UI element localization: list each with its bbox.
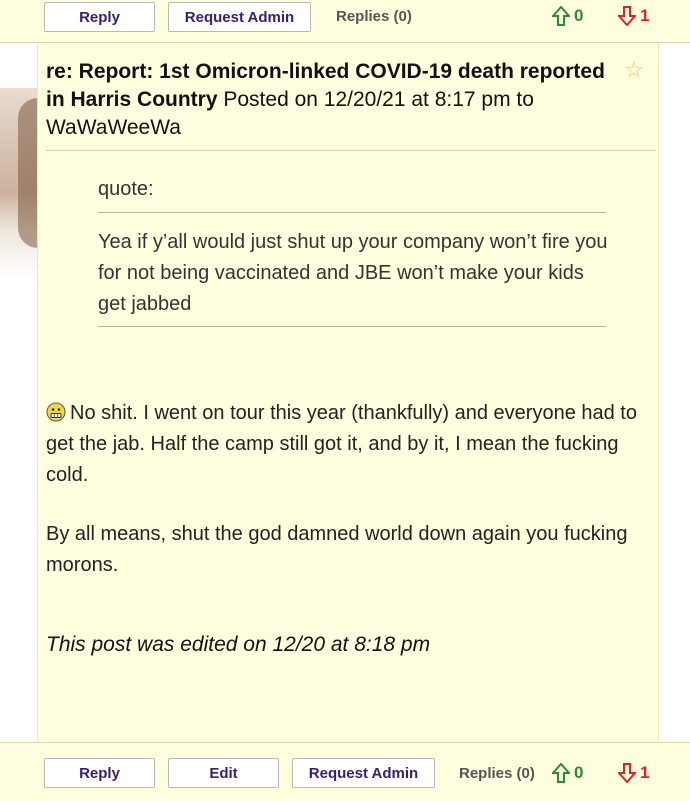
post-paragraph-1: No shit. I went on tour this year (thank… bbox=[46, 398, 646, 491]
post-header: re: Report: 1st Omicron-linked COVID-19 … bbox=[46, 58, 616, 142]
bottom-action-bar: Reply Edit Request Admin Replies (0) 0 1 bbox=[0, 742, 690, 801]
reply-button[interactable]: Reply bbox=[44, 758, 155, 788]
upvote-count: 0 bbox=[574, 6, 584, 25]
replies-count[interactable]: Replies (0) bbox=[336, 8, 412, 25]
edit-button[interactable]: Edit bbox=[168, 758, 279, 788]
arrow-up-icon bbox=[552, 6, 570, 26]
upvote-count: 0 bbox=[574, 763, 584, 782]
reply-button[interactable]: Reply bbox=[44, 2, 155, 32]
upvote-control[interactable]: 0 bbox=[552, 763, 583, 783]
downvote-control[interactable]: 1 bbox=[618, 763, 649, 783]
downvote-count: 1 bbox=[640, 763, 650, 782]
request-admin-button[interactable]: Request Admin bbox=[292, 758, 435, 788]
quote-divider-bottom bbox=[98, 326, 606, 327]
arrow-up-icon bbox=[552, 763, 570, 783]
top-action-bar: Reply Request Admin Replies (0) 0 1 bbox=[0, 0, 690, 43]
paragraph-1-text: No shit. I went on tour this year (thank… bbox=[46, 402, 637, 486]
quote-label: quote: bbox=[98, 178, 154, 200]
post-paragraph-2: By all means, shut the god damned world … bbox=[46, 523, 628, 576]
grimace-smiley-icon bbox=[46, 402, 66, 422]
replies-count[interactable]: Replies (0) bbox=[459, 765, 535, 782]
downvote-control[interactable]: 1 bbox=[618, 6, 649, 26]
quote-text: Yea if y’all would just shut up your com… bbox=[98, 231, 608, 315]
downvote-count: 1 bbox=[640, 6, 650, 25]
avatar[interactable] bbox=[0, 88, 38, 278]
star-icon[interactable]: ☆ bbox=[624, 57, 644, 83]
arrow-down-icon bbox=[618, 763, 636, 783]
edited-note: This post was edited on 12/20 at 8:18 pm bbox=[46, 633, 431, 656]
request-admin-button[interactable]: Request Admin bbox=[168, 2, 311, 32]
upvote-control[interactable]: 0 bbox=[552, 6, 583, 26]
quote-divider-top bbox=[98, 212, 606, 213]
header-divider bbox=[46, 150, 656, 151]
arrow-down-icon bbox=[618, 6, 636, 26]
